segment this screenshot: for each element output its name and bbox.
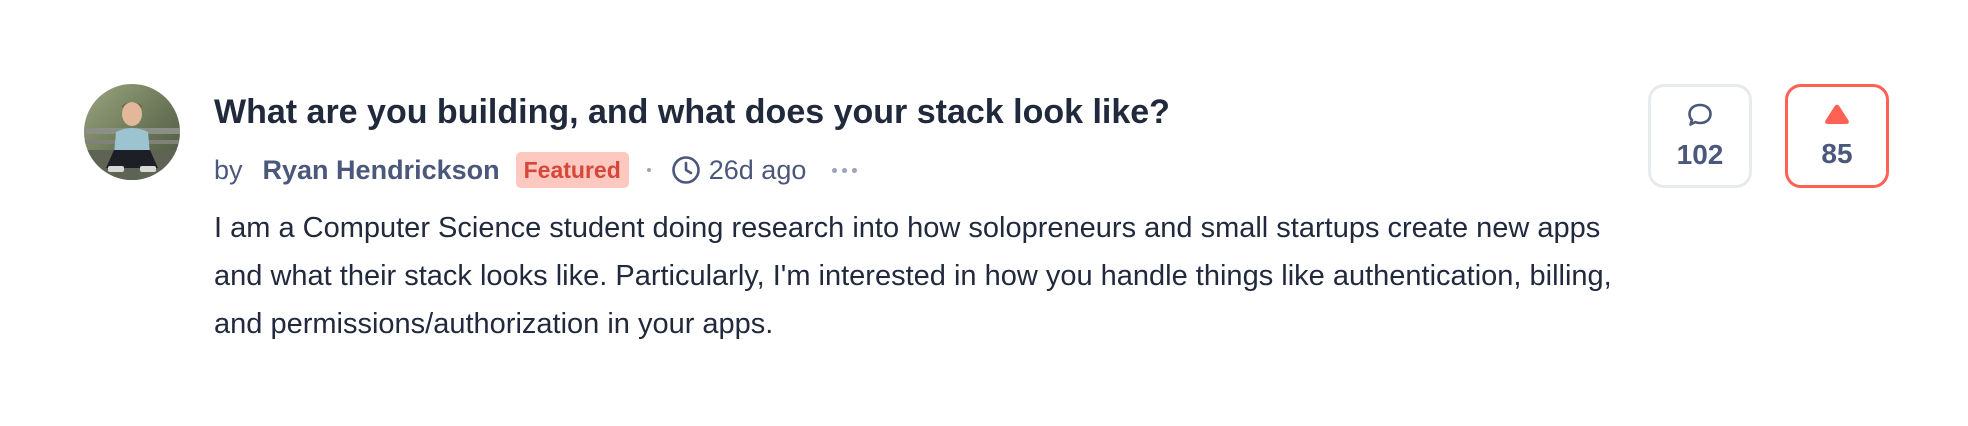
by-label: by <box>214 154 243 185</box>
post-meta: by Ryan Hendrickson Featured 26d ago <box>214 146 1624 194</box>
more-dots-icon[interactable] <box>828 164 866 177</box>
upvote-triangle-icon <box>1823 103 1851 132</box>
featured-badge: Featured <box>515 152 629 188</box>
avatar-photo <box>84 84 180 180</box>
meta-separator <box>646 168 651 172</box>
post-content: What are you building, and what does you… <box>214 84 1624 348</box>
comments-button[interactable]: 102 <box>1648 84 1752 188</box>
post-title[interactable]: What are you building, and what does you… <box>214 84 1624 140</box>
upvote-button[interactable]: 85 <box>1785 84 1889 188</box>
comment-bubble-icon <box>1686 102 1714 133</box>
comments-count: 102 <box>1676 138 1724 170</box>
upvote-count: 85 <box>1821 137 1853 169</box>
discussion-post: What are you building, and what does you… <box>84 84 1894 364</box>
post-body: I am a Computer Science student doing re… <box>214 212 1612 340</box>
author-avatar[interactable] <box>84 84 180 180</box>
post-time: 26d ago <box>708 154 807 185</box>
clock-icon <box>671 155 701 185</box>
author-name[interactable]: Ryan Hendrickson <box>263 155 500 186</box>
